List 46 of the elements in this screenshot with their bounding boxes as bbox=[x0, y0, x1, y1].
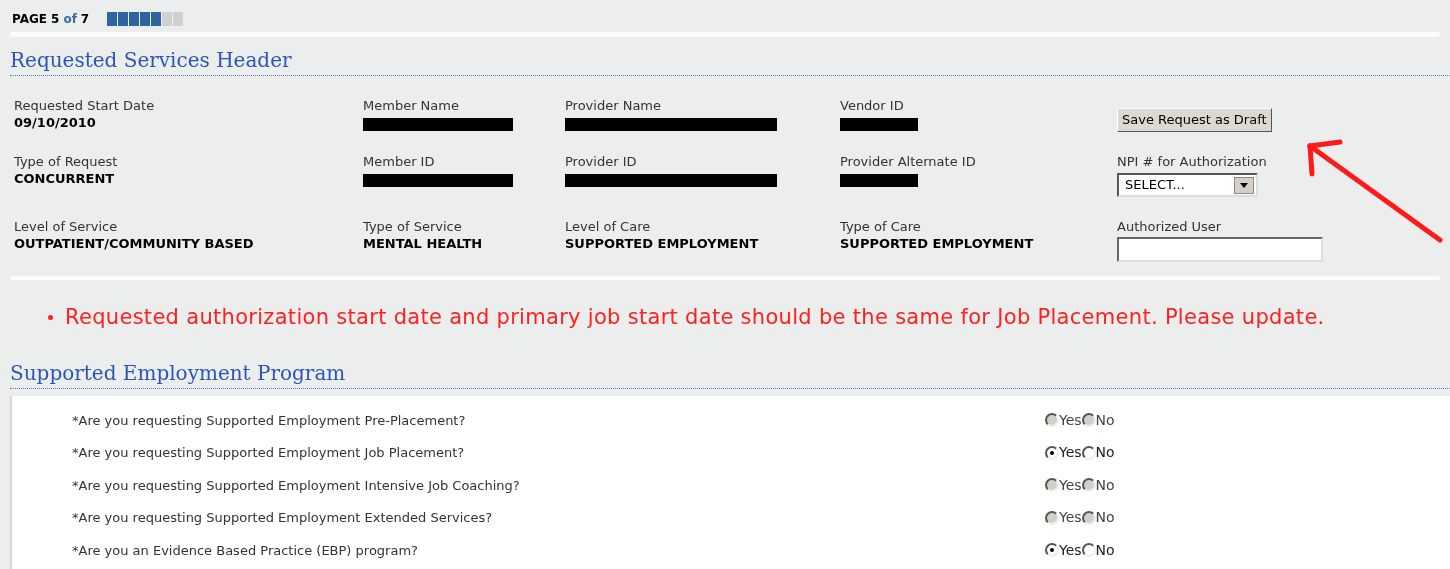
field-label: Requested Start Date bbox=[14, 98, 155, 114]
field-label: Member Name bbox=[363, 98, 459, 114]
field-label: Member ID bbox=[363, 154, 435, 170]
field-value: MENTAL HEALTH bbox=[363, 235, 483, 253]
field-label: Type of Service bbox=[363, 219, 462, 235]
field-value: SUPPORTED EMPLOYMENT bbox=[565, 235, 759, 253]
radio-option[interactable]: No bbox=[1081, 442, 1115, 464]
field-label: Provider Alternate ID bbox=[840, 154, 976, 170]
page-of: of bbox=[63, 11, 77, 28]
radio-option: Yes bbox=[1045, 507, 1082, 529]
field-label: Level of Service bbox=[14, 219, 118, 235]
page-total: 7 bbox=[80, 11, 90, 28]
radio-option: No bbox=[1081, 409, 1115, 431]
radio-option: Yes bbox=[1045, 409, 1082, 431]
bullet-icon bbox=[48, 315, 53, 321]
question-text: *Are you requesting Supported Employment Extended Services? bbox=[71, 509, 494, 527]
question-text: *Are you requesting Supported Employment Pre-Placement? bbox=[71, 411, 467, 430]
page-number: 5 bbox=[51, 11, 60, 28]
section-title: Requested Services Header bbox=[10, 47, 293, 73]
field-value: 09/10/2010 bbox=[14, 114, 96, 132]
field-label: Provider Name bbox=[565, 98, 661, 114]
page-label: PAGE bbox=[12, 11, 48, 28]
question-text: *Are you requesting Supported Employment Intensive Job Coaching? bbox=[71, 476, 521, 495]
radio-option: No bbox=[1081, 507, 1115, 529]
radio-option[interactable]: Yes bbox=[1045, 539, 1082, 561]
field-label: Type of Request bbox=[14, 154, 118, 170]
field-label: NPI # for Authorization bbox=[1117, 154, 1267, 170]
field-label: Provider ID bbox=[565, 154, 637, 170]
npi-select[interactable]: SELECT... bbox=[1117, 173, 1258, 197]
save-draft-button[interactable]: Save Request as Draft bbox=[1117, 108, 1272, 132]
field-label: Vendor ID bbox=[840, 98, 904, 114]
field-value: SUPPORTED EMPLOYMENT bbox=[840, 235, 1034, 253]
error-message: Requested authorization start date and primary job start date should be the same for Job Placement. Please update. bbox=[65, 304, 1325, 331]
authorized-user-field[interactable] bbox=[1117, 237, 1323, 262]
radio-option: No bbox=[1081, 474, 1115, 496]
radio-option[interactable]: No bbox=[1081, 539, 1115, 561]
field-label: Authorized User bbox=[1117, 219, 1222, 235]
question-text: *Are you requesting Supported Employment Job Placement? bbox=[71, 444, 466, 462]
field-value: OUTPATIENT/COMMUNITY BASED bbox=[14, 235, 254, 253]
section-title: Supported Employment Program bbox=[10, 360, 347, 386]
field-label: Type of Care bbox=[840, 219, 921, 235]
radio-option[interactable]: Yes bbox=[1045, 442, 1082, 464]
radio-option: Yes bbox=[1045, 474, 1082, 496]
field-value: CONCURRENT bbox=[14, 170, 115, 188]
field-label: Level of Care bbox=[565, 219, 651, 235]
question-text: *Are you an Evidence Based Practice (EBP) program? bbox=[71, 541, 419, 560]
